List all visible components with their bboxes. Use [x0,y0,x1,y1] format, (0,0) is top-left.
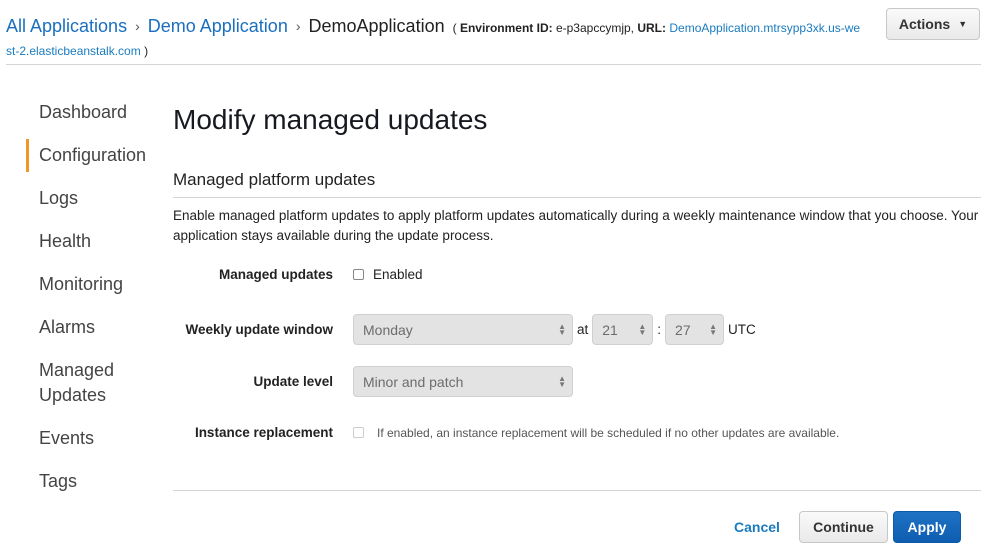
breadcrumb-separator: › [135,18,140,34]
instance-replacement-checkbox[interactable] [353,427,364,438]
sidebar-item-events[interactable]: Events [26,426,166,451]
page-title: Modify managed updates [173,104,488,135]
environment-info: ( Environment ID: e-p3apccymjp, URL: Dem… [453,21,861,35]
colon-text: : [657,322,662,337]
header-divider [6,64,981,65]
hour-select-value: 21 [602,321,618,338]
managed-updates-enabled-label[interactable]: Enabled [373,267,423,282]
select-arrows-icon: ▲ ▼ [558,321,566,337]
minute-select-value: 27 [675,321,691,338]
continue-button[interactable]: Continue [799,511,888,543]
select-arrows-icon: ▲ ▼ [638,321,647,337]
instance-replacement-hint: If enabled, an instance replacement will… [377,425,840,440]
main-content: Modify managed updates Managed platform … [173,100,981,440]
weekday-select-value: Monday [363,321,413,338]
breadcrumb: All Applications › Demo Application › DemoAp… [6,13,886,41]
weekday-select[interactable]: Monday ▲ ▼ [353,314,573,345]
breadcrumb-separator: › [295,18,301,34]
env-open-paren: ( [452,21,457,35]
weekly-window-label: Weekly update window [185,322,333,337]
environment-url-link[interactable]: DemoApplication.mtrsypp3xk.us-we [669,21,860,35]
update-level-row: Update level Minor and patch ▲ ▼ [173,366,573,397]
select-arrows-icon: ▲ ▼ [709,321,718,337]
breadcrumb-all-applications[interactable]: All Applications [6,16,127,36]
sidebar-item-tags[interactable]: Tags [26,469,166,494]
actions-button-label: Actions [898,16,951,32]
managed-updates-label: Managed updates [218,267,333,282]
sidebar-item-alarms[interactable]: Alarms [26,315,166,340]
breadcrumb-current-environment: DemoApplication [308,16,445,36]
hour-select[interactable]: 21 ▲ ▼ [592,314,654,345]
instance-replacement-row: Instance replacement If enabled, an inst… [173,425,839,440]
weekly-window-row: Weekly update window Monday ▲ ▼ at 21 ▲ ▼ … [173,314,760,345]
breadcrumb-demo-application[interactable]: Demo Application [148,16,288,36]
at-text: at [577,322,589,337]
environment-url-link-continued[interactable]: st-2.elasticbeanstalk.com [6,44,141,58]
sidebar-item-managed-updates[interactable]: Managed Updates [26,358,136,408]
update-level-select-value: Minor and patch [363,373,464,390]
environment-id-value: e-p3apccymjp, [555,21,634,35]
minute-select[interactable]: 27 ▲ ▼ [665,314,725,345]
page-header: All Applications › Demo Application › DemoAp… [6,13,886,61]
select-arrows-icon: ▲ ▼ [558,373,566,389]
section-description: Enable managed platform updates to apply… [173,208,979,243]
apply-button[interactable]: Apply [893,511,961,543]
timezone-text: UTC [728,322,756,337]
caret-down-icon: ▼ [958,19,968,29]
managed-updates-row: Managed updates Enabled [173,267,423,282]
section-title: Managed platform updates [173,168,981,198]
actions-button[interactable]: Actions ▼ [886,8,980,40]
sidebar-item-monitoring[interactable]: Monitoring [26,272,166,297]
update-level-select[interactable]: Minor and patch ▲ ▼ [353,366,573,397]
cancel-button[interactable]: Cancel [734,519,780,535]
env-close-paren: ) [144,44,149,58]
sidebar-item-logs[interactable]: Logs [26,186,166,211]
url-label: URL: [637,21,667,35]
sidebar-nav: Dashboard Configuration Logs Health Moni… [26,100,166,512]
update-level-label: Update level [253,374,333,389]
managed-updates-checkbox[interactable] [353,269,364,280]
environment-url-continuation: st-2.elasticbeanstalk.com ) [6,41,886,61]
sidebar-item-dashboard[interactable]: Dashboard [26,100,166,125]
sidebar-item-health[interactable]: Health [26,229,166,254]
environment-id-label: Environment ID: [459,21,553,35]
footer-divider [173,490,981,491]
instance-replacement-label: Instance replacement [194,425,333,440]
sidebar-item-configuration[interactable]: Configuration [26,139,166,172]
